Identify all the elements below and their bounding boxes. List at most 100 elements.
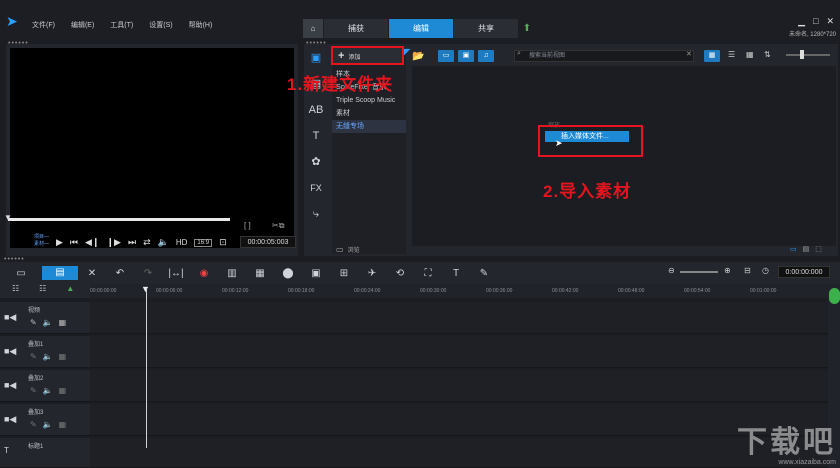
- mode-clip[interactable]: 素材—: [34, 241, 49, 248]
- motion-path-icon[interactable]: ⤷: [307, 206, 325, 222]
- track-controls-icon[interactable]: ✎🔈▦: [30, 420, 72, 429]
- multi-trim-icon[interactable]: ⊞: [330, 268, 358, 279]
- subtitle-editor-icon[interactable]: ▣: [302, 268, 330, 279]
- auto-music-icon[interactable]: ▦: [246, 268, 274, 279]
- redo-icon[interactable]: ↷: [134, 268, 162, 279]
- show-audio-button[interactable]: ♫: [478, 50, 494, 62]
- import-folder-icon[interactable]: 📂: [412, 51, 438, 62]
- search-input[interactable]: 搜索当前视图: [514, 50, 694, 62]
- menu-file[interactable]: 文件(F): [32, 20, 55, 30]
- folder-item[interactable]: 素材: [332, 107, 406, 120]
- clock-icon: ◷: [762, 266, 769, 275]
- transition-icon[interactable]: AB: [307, 102, 325, 118]
- track-manager-icon[interactable]: ☷: [12, 284, 19, 298]
- menu-settings[interactable]: 设置(S): [149, 20, 172, 30]
- menu-edit[interactable]: 编辑(E): [71, 20, 94, 30]
- track-header-overlay1[interactable]: ■◀ 叠加1 ✎🔈▦: [0, 336, 90, 368]
- home-tab[interactable]: ⌂: [303, 19, 323, 38]
- text-icon[interactable]: T: [442, 268, 470, 279]
- show-photo-button[interactable]: ▣: [458, 50, 474, 62]
- track-name: 标题1: [28, 444, 44, 450]
- track-controls-icon[interactable]: ✎🔈▦: [30, 386, 72, 395]
- scroll-indicator[interactable]: [829, 288, 840, 304]
- title-bar: ➤ 文件(F) 编辑(E) 工具(T) 设置(S) 帮助(H) ⌂ 捕获 编辑 …: [0, 0, 840, 40]
- aspect-icon[interactable]: 16:9: [194, 238, 213, 247]
- mode-project[interactable]: 项目—: [34, 234, 49, 241]
- tab-share[interactable]: 共享: [454, 19, 518, 38]
- track-header-video[interactable]: ■◀ 视频 ✎🔈▦: [0, 302, 90, 334]
- audio-mixer-icon[interactable]: ▥: [218, 268, 246, 279]
- thumbnail-slider-handle[interactable]: [800, 50, 804, 59]
- grid-view-icon[interactable]: ▦: [746, 50, 760, 62]
- show-video-button[interactable]: ▭: [438, 50, 454, 62]
- thumbnail-view-button[interactable]: ▦: [704, 50, 720, 62]
- ripple-icon[interactable]: ▲: [66, 284, 74, 298]
- zoom-out-icon[interactable]: ⊖: [668, 266, 675, 275]
- timeline-ruler[interactable]: 00:00:00:00 00:00:06:00 00:00:12:00 00:0…: [90, 284, 828, 298]
- close-icon[interactable]: ✕: [826, 16, 834, 27]
- home-frame-icon[interactable]: ⏮: [70, 237, 78, 248]
- folder-item-selected[interactable]: 无缝专场: [332, 120, 406, 133]
- zoom-icon[interactable]: ⊡: [219, 237, 227, 248]
- track-lane-overlay2[interactable]: [90, 370, 828, 402]
- reverse-icon[interactable]: ⟲: [386, 268, 414, 279]
- next-frame-icon[interactable]: ❙▶: [107, 237, 121, 248]
- speed-icon[interactable]: ✈: [358, 268, 386, 279]
- motion-track-icon[interactable]: ⬤: [274, 268, 302, 279]
- media-icon[interactable]: ▣: [307, 50, 325, 66]
- scrubber-handle-icon[interactable]: ▼: [4, 213, 12, 222]
- track-lane-overlay1[interactable]: [90, 336, 828, 368]
- tab-capture[interactable]: 捕获: [324, 19, 388, 38]
- undo-icon[interactable]: ↶: [106, 268, 134, 279]
- thumbnail-size-slider[interactable]: [786, 54, 830, 56]
- preview-scrubber[interactable]: [8, 218, 230, 221]
- repeat-icon[interactable]: ⇄: [143, 237, 151, 248]
- crop-icon[interactable]: ⛶: [414, 268, 442, 279]
- track-controls-icon[interactable]: ✎🔈▦: [30, 352, 72, 361]
- track-lane-video[interactable]: [90, 302, 828, 334]
- record-icon[interactable]: ◉: [190, 268, 218, 279]
- play-icon[interactable]: ▶: [56, 237, 63, 248]
- sort-icon[interactable]: ⇅: [764, 50, 778, 62]
- upload-arrow-icon[interactable]: ⬆: [519, 19, 535, 38]
- graphic-icon[interactable]: ✿: [307, 154, 325, 170]
- preview-mode[interactable]: 项目— 素材—: [34, 234, 49, 248]
- minimize-icon[interactable]: ▁: [798, 16, 805, 27]
- list-view-icon[interactable]: ☰: [728, 50, 742, 62]
- track-lane-title1[interactable]: [90, 438, 828, 468]
- tab-edit[interactable]: 编辑: [389, 19, 453, 38]
- panel-options-icon[interactable]: ⬚: [815, 245, 822, 253]
- trim-markers[interactable]: [ ]: [244, 221, 251, 230]
- track-lane-overlay3[interactable]: [90, 404, 828, 436]
- menu-help[interactable]: 帮助(H): [189, 20, 213, 30]
- track-header-title1[interactable]: T 标题1: [0, 438, 90, 468]
- storyboard-icon[interactable]: ▭: [790, 245, 797, 253]
- preview-timecode[interactable]: 00:00:05:003: [240, 236, 296, 248]
- fit-project-icon[interactable]: ⊟: [744, 266, 751, 275]
- maximize-icon[interactable]: □: [813, 16, 818, 27]
- track-header-overlay3[interactable]: ■◀ 叠加3 ✎🔈▦: [0, 404, 90, 436]
- snapshot-icon[interactable]: ✎: [470, 268, 498, 279]
- clear-search-icon[interactable]: ✕: [686, 50, 692, 58]
- timeline-view-icon[interactable]: ▤: [42, 266, 78, 280]
- hd-label[interactable]: HD: [176, 238, 188, 247]
- panel-layout-icon[interactable]: ▤: [803, 245, 810, 253]
- end-frame-icon[interactable]: ⏭: [128, 237, 136, 248]
- track-header-overlay2[interactable]: ■◀ 叠加2 ✎🔈▦: [0, 370, 90, 402]
- storyboard-view-icon[interactable]: ▭: [0, 268, 42, 279]
- menu-tools[interactable]: 工具(T): [110, 20, 133, 30]
- track-controls-icon[interactable]: ✎🔈▦: [30, 318, 72, 327]
- cut-icon[interactable]: ✂⧉: [272, 221, 284, 231]
- tools-icon[interactable]: ✕: [78, 268, 106, 279]
- chapter-icon[interactable]: ☷: [39, 284, 46, 298]
- zoom-in-icon[interactable]: ⊕: [724, 266, 731, 275]
- title-icon[interactable]: T: [307, 128, 325, 144]
- folder-item[interactable]: Triple Scoop Music: [332, 94, 406, 107]
- zoom-slider[interactable]: [680, 271, 718, 273]
- timeline-timecode[interactable]: 0:00:00:000: [778, 266, 830, 278]
- fit-icon[interactable]: |↔|: [162, 268, 190, 279]
- prev-frame-icon[interactable]: ◀❙: [85, 237, 99, 248]
- volume-icon[interactable]: 🔈: [158, 237, 169, 248]
- filter-icon[interactable]: FX: [307, 180, 325, 196]
- browse-button[interactable]: ▭ 浏览: [336, 245, 360, 254]
